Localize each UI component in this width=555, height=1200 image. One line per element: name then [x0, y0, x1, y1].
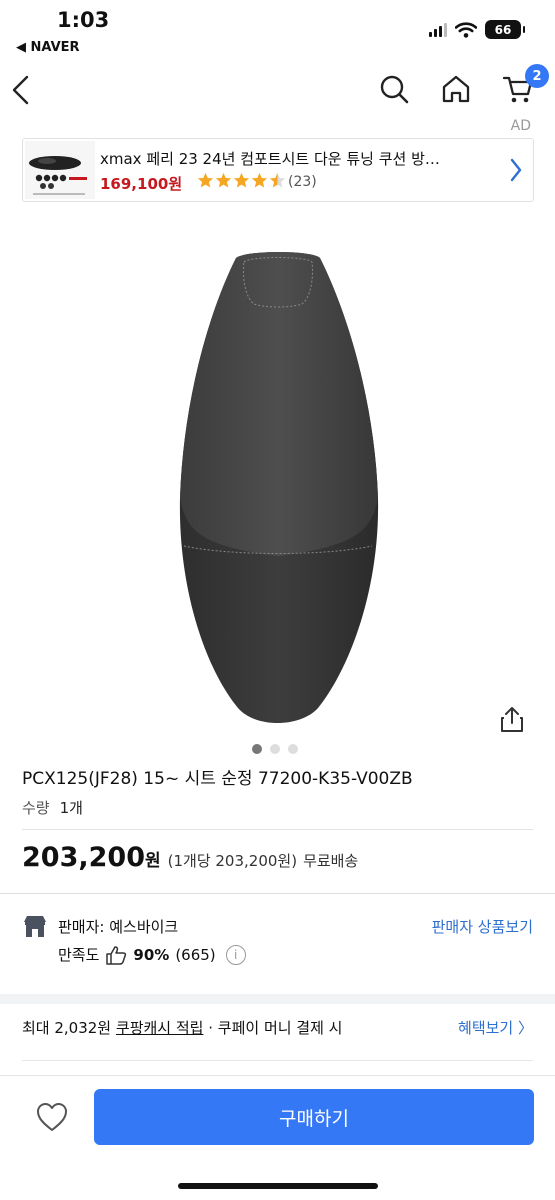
seller-satisfaction: 만족도 90% (665) i	[58, 944, 246, 965]
quantity-label: 수량	[22, 799, 50, 817]
seller-products-link[interactable]: 판매자 상품보기	[432, 916, 533, 937]
ad-rating-stars	[197, 172, 286, 189]
chevron-right-icon	[510, 158, 522, 182]
product-title: PCX125(JF28) 15~ 시트 순정 77200-K35-V00ZB	[22, 769, 413, 789]
unit-price-note: (1개당 203,200원)	[167, 852, 298, 870]
thumbs-up-icon	[106, 945, 127, 965]
product-price: 203,200	[22, 842, 145, 873]
cash-suffix: · 쿠페이 머니 결제 시	[203, 1019, 343, 1037]
back-to-app-link[interactable]: ◀ NAVER	[16, 40, 80, 55]
gallery-dot[interactable]	[288, 744, 298, 754]
gallery-pagination[interactable]	[252, 744, 298, 754]
battery-icon: 66	[485, 20, 525, 39]
ad-banner[interactable]: xmax 페리 23 24년 컴포트시트 다운 튜닝 쿠션 방… 169,100…	[22, 138, 534, 202]
cellular-signal-icon	[429, 22, 447, 37]
ad-thumbnail	[25, 141, 95, 199]
share-icon[interactable]	[499, 705, 525, 733]
divider	[22, 1060, 533, 1061]
gallery-dot[interactable]	[270, 744, 280, 754]
satisfaction-label: 만족도	[58, 946, 100, 964]
price-row: 203,200 원 (1개당 203,200원) 무료배송	[22, 842, 358, 873]
star-icon	[197, 172, 214, 188]
star-icon	[233, 172, 250, 188]
status-time: 1:03	[57, 8, 110, 32]
product-image[interactable]	[0, 228, 555, 740]
cart-count-badge: 2	[525, 64, 549, 88]
star-icon	[251, 172, 268, 188]
store-icon	[24, 916, 46, 937]
seller-name: 판매자: 예스바이크	[58, 918, 179, 936]
status-bar: 1:03 ◀ NAVER 66	[0, 0, 555, 62]
quantity-row: 수량 1개	[22, 797, 83, 818]
cash-reward-text: 최대 2,032원 쿠팡캐시 적립 · 쿠페이 머니 결제 시	[22, 1017, 342, 1038]
cash-highlight: 쿠팡캐시 적립	[115, 1019, 204, 1037]
wifi-icon	[455, 21, 477, 38]
cash-prefix: 최대 2,032원	[22, 1019, 116, 1037]
quantity-value: 1개	[59, 799, 83, 817]
heart-icon[interactable]	[35, 1101, 69, 1133]
ad-price: 169,100원	[100, 175, 183, 193]
shipping-info: 무료배송	[303, 852, 359, 870]
divider	[22, 829, 533, 830]
back-arrow-icon[interactable]	[10, 74, 32, 106]
buy-button[interactable]: 구매하기	[94, 1089, 534, 1145]
search-icon[interactable]	[377, 72, 411, 106]
ad-label: AD	[510, 118, 531, 134]
benefit-link[interactable]: 혜택보기 〉	[458, 1017, 533, 1038]
satisfaction-count: (665)	[175, 945, 216, 964]
section-spacer	[0, 994, 555, 1004]
gallery-dot[interactable]	[252, 744, 262, 754]
ad-title: xmax 페리 23 24년 컴포트시트 다운 튜닝 쿠션 방…	[100, 150, 440, 168]
section-divider	[0, 893, 555, 894]
ad-review-count: (23)	[288, 174, 317, 190]
top-nav	[0, 62, 555, 118]
system-indicators: 66	[429, 20, 525, 39]
home-icon[interactable]	[439, 72, 473, 106]
star-icon	[215, 172, 232, 188]
star-icon	[269, 172, 286, 188]
home-indicator	[178, 1183, 378, 1189]
price-unit: 원	[144, 851, 161, 871]
info-icon[interactable]: i	[225, 944, 246, 965]
satisfaction-percent: 90%	[133, 945, 170, 964]
